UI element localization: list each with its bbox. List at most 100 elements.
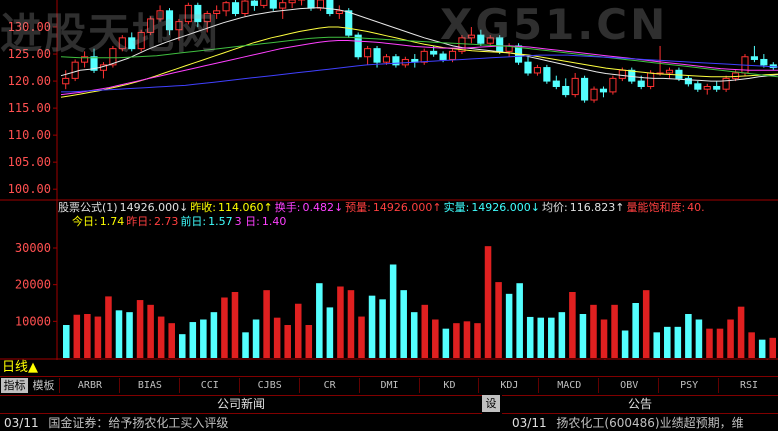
tab-indicator[interactable]: 指标 [1,378,28,393]
volume-bar [769,337,776,358]
candle-body [364,48,372,58]
candle-body [713,85,721,90]
indicator-tab-kd[interactable]: KD [418,378,480,393]
candle-body [562,85,570,96]
volume-bar [273,317,281,358]
candle-body [647,72,655,87]
volume-bar [84,314,91,358]
price-tick-label: 105.00 [8,155,51,169]
price-tick-label: 100.00 [8,182,51,196]
candle-body [147,18,155,33]
volume-bar [463,321,471,358]
indicator-value: 实量: [443,201,470,214]
volume-bar [685,314,692,358]
indicator-value: 3 日: [234,215,260,228]
candle-body [175,21,183,31]
indicator-tab-cci[interactable]: CCI [178,378,240,393]
volume-bar [210,312,218,358]
volume-bar [242,332,249,358]
candle-body [609,77,617,93]
candle-body [628,69,636,82]
candle-body [543,67,551,82]
indicator-tab-dmi[interactable]: DMI [358,378,420,393]
indicator-value: 预量: [345,201,371,214]
indicator-value: 14926.000↑ [372,201,442,214]
volume-bar [358,316,365,358]
candle-body [71,61,79,79]
indicator-tab-obv[interactable]: OBV [598,378,659,393]
volume-bar [326,307,334,358]
volume-bar [221,297,228,358]
candle-body [618,69,626,79]
volume-bar [389,264,397,358]
indicator-tab-rsi[interactable]: RSI [718,378,778,393]
candle-body [439,53,447,60]
news-item-left[interactable]: 03/11 国金证券：给予扬农化工买入评级 [4,414,474,431]
indicator-tab-bias[interactable]: BIAS [118,378,180,393]
volume-bar [600,319,608,358]
indicator-value: 今日: [72,215,98,228]
candle-body [345,10,353,36]
candle-body [326,0,334,15]
tab-template[interactable]: 模板 [30,378,57,393]
candle-body [703,85,711,90]
volume-bar [664,326,671,358]
candle-body [222,2,230,12]
candle-body [430,50,438,55]
volume-bar [94,316,102,358]
price-tick-label: 115.00 [8,101,51,115]
volume-bar [442,328,450,358]
candle-body [165,10,174,31]
candle-body [335,10,343,15]
candle-body [590,88,598,101]
candle-body [581,77,589,101]
indicator-tab-macd[interactable]: MACD [538,378,599,393]
volume-bar [484,246,492,358]
candle-body [722,77,730,90]
indicator-tab-kdj[interactable]: KDJ [478,378,539,393]
candle-body [62,77,70,85]
candle-body [288,0,296,4]
candle-body [760,58,768,66]
candle-body [750,56,758,60]
candle-body [731,72,740,79]
indicator-value: 昨日: [126,215,152,228]
candle-body [260,0,268,6]
kline-chart[interactable]: 130.00 125.00 120.00 115.00 110.00 105.00 100.… [0,0,778,360]
announcement-item[interactable]: 03/11 扬农化工(600486)业绩超预期，维 [512,414,778,431]
volume-bar [294,303,302,358]
announcement-header[interactable]: 公告 [502,395,778,414]
volume-bar [368,295,376,358]
candle-body [571,77,579,96]
volume-bar [400,290,407,358]
volume-bar [579,314,587,358]
volume-bar [695,319,703,358]
volume-bar [178,334,186,358]
ma-line-blue [61,54,778,93]
company-news-header[interactable]: 公司新闻 [0,395,482,414]
indicator-tab-cr[interactable]: CR [298,378,360,393]
indicator-value: 1.40 [261,215,287,228]
candle-body [213,10,221,15]
period-selector[interactable]: 日线▲ [0,360,58,376]
volume-bar [379,299,386,358]
volume-bar [63,325,70,358]
indicator-days-row: 今日: 1.74 昨日: 2.73 前日: 1.57 3 日: 1.40 [72,213,288,229]
indicator-tab-psy[interactable]: PSY [658,378,719,393]
volume-bar [421,304,429,358]
volume-bar [115,310,123,358]
settings-button[interactable]: 设 [482,395,500,412]
indicator-tab-arbr[interactable]: ARBR [59,378,120,393]
indicator-tab-cjbs[interactable]: CJBS [238,378,300,393]
volume-bar [632,303,639,358]
candle-body [118,37,126,50]
candle-body [156,10,164,20]
volume-bar [284,325,291,358]
volume-bar [758,339,766,358]
volume-bar [526,316,534,358]
volume-bar [505,293,513,358]
indicator-value: 均价: [542,201,568,214]
volume-bar [611,304,618,358]
volume-bar [621,330,629,358]
volume-bar [558,312,566,358]
